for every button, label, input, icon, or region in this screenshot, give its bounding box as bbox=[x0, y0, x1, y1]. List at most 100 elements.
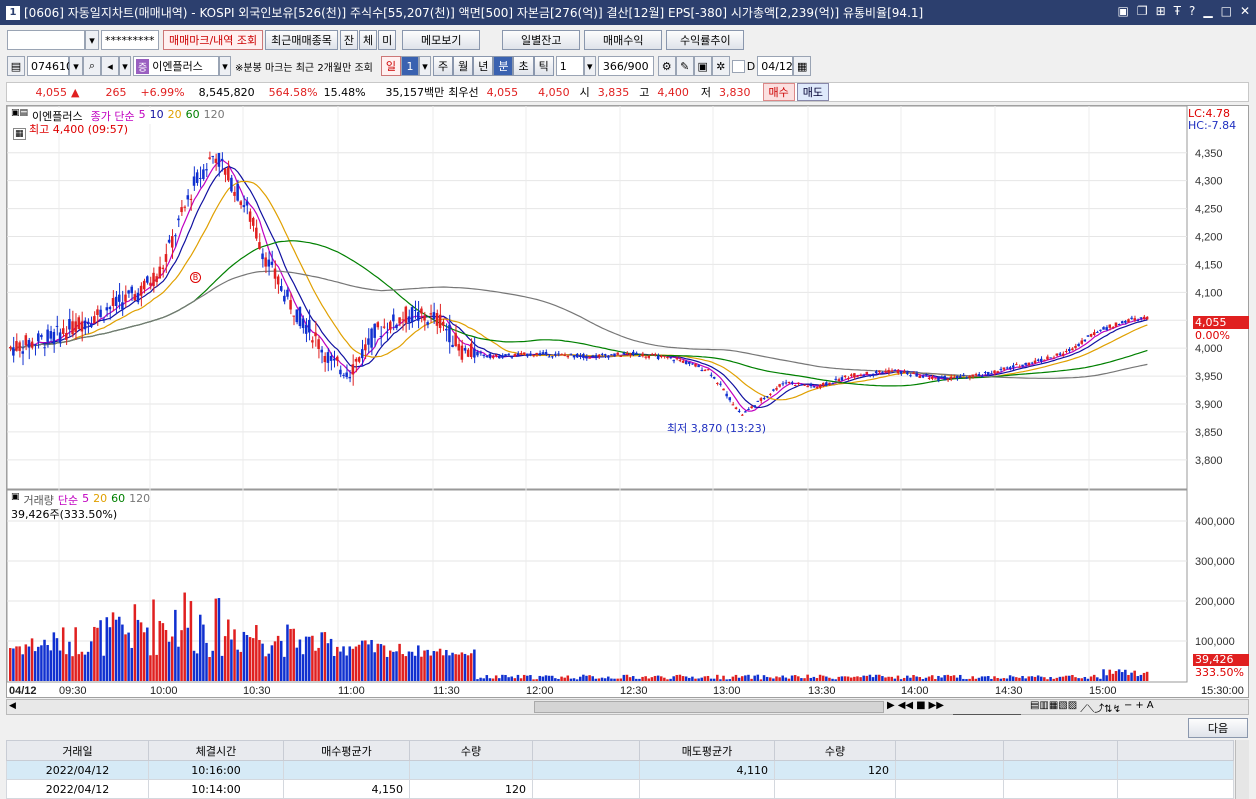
col-buy-avg[interactable]: 매수평균가 bbox=[283, 740, 410, 761]
daily-balance-button[interactable]: 일별잔고 bbox=[502, 30, 581, 50]
filled-button[interactable]: 체 bbox=[359, 30, 378, 50]
zoom-slider[interactable] bbox=[952, 700, 1021, 715]
col-buy-qty[interactable]: 수량 bbox=[409, 740, 533, 761]
candle-body bbox=[513, 354, 517, 357]
layout-tools-icon[interactable]: ▤▥▦▧▨ bbox=[1030, 700, 1077, 715]
candle-body bbox=[691, 363, 694, 365]
memo-button[interactable]: 메모보기 bbox=[402, 30, 481, 50]
forward-icon[interactable]: ▶▶ bbox=[929, 700, 944, 715]
candle-body bbox=[270, 261, 274, 265]
stop-icon[interactable]: ■ bbox=[916, 700, 925, 715]
chart-tools-icon[interactable]: ▣▤ bbox=[11, 108, 28, 124]
volume-bar bbox=[793, 675, 797, 681]
col-trade-date[interactable]: 거래일 bbox=[6, 740, 149, 761]
price-chart[interactable]: 4,3504,3004,2504,2004,1504,1004,0504,000… bbox=[7, 106, 1248, 697]
stock-code-input[interactable]: 074610 bbox=[27, 56, 73, 76]
volume-bar bbox=[202, 624, 205, 681]
current-pct-tag: 0.00% bbox=[1195, 329, 1230, 342]
period-year-button[interactable]: 년 bbox=[473, 56, 494, 76]
period-second-button[interactable]: 초 bbox=[513, 56, 534, 76]
zoom-in-icon[interactable]: + bbox=[1135, 700, 1143, 715]
table-scrollbar[interactable] bbox=[1235, 740, 1249, 799]
candle-body bbox=[1052, 357, 1055, 359]
maximize-icon[interactable]: □ bbox=[1221, 4, 1232, 18]
calendar-icon[interactable]: ▦ bbox=[793, 56, 812, 76]
volume-bar bbox=[24, 644, 28, 681]
cell-time: 10:16:00 bbox=[148, 760, 284, 780]
sell-button[interactable]: 매도 bbox=[796, 83, 830, 101]
scroll-thumb[interactable] bbox=[534, 701, 884, 713]
period-minute-button[interactable]: 분 bbox=[493, 56, 514, 76]
candle-body bbox=[902, 371, 906, 374]
date-input[interactable]: 04/12 bbox=[757, 56, 794, 76]
period-value-input[interactable]: 1 bbox=[400, 56, 419, 76]
trade-profit-button[interactable]: 매매수익 bbox=[584, 30, 663, 50]
candle-body bbox=[420, 308, 423, 314]
sound-dropdown-icon[interactable]: ▾ bbox=[119, 56, 131, 76]
recent-trade-button[interactable]: 최근매매종목 bbox=[265, 30, 338, 50]
candle-body bbox=[323, 355, 327, 363]
table-row[interactable]: 2022/04/12 10:16:00 4,110 120 bbox=[6, 760, 1234, 780]
volume-bar bbox=[130, 647, 133, 681]
volume-bar bbox=[473, 649, 476, 681]
play-icon[interactable]: ▶ bbox=[887, 700, 895, 715]
volume-bar bbox=[856, 676, 859, 681]
link-icon[interactable]: ▣ bbox=[1117, 4, 1128, 18]
unfilled-button[interactable]: 미 bbox=[378, 30, 397, 50]
code-list-icon[interactable]: ▤ bbox=[7, 56, 25, 76]
name-dropdown-icon[interactable]: ▾ bbox=[219, 56, 231, 76]
period-week-button[interactable]: 주 bbox=[432, 56, 454, 76]
search-icon[interactable]: ⌕ bbox=[83, 56, 101, 76]
zoom-out-icon[interactable]: − bbox=[1124, 700, 1132, 715]
password-input[interactable]: ********* bbox=[101, 30, 159, 50]
chart-grid-icon[interactable]: ▦ bbox=[13, 128, 26, 140]
chart-area[interactable]: 4,3504,3004,2504,2004,1504,1004,0504,000… bbox=[6, 105, 1249, 698]
code-dropdown-icon[interactable]: ▾ bbox=[69, 56, 83, 76]
period-tick-button[interactable]: 틱 bbox=[533, 56, 554, 76]
col-sell-qty[interactable]: 수량 bbox=[774, 740, 896, 761]
period-day-button[interactable]: 일 bbox=[380, 56, 401, 76]
trade-mark-button[interactable]: 매매마크/내역 조회 bbox=[163, 30, 264, 50]
count-input[interactable]: 366/900 bbox=[597, 56, 654, 76]
next-button[interactable]: 다음 bbox=[1188, 718, 1248, 738]
col-sell-avg[interactable]: 매도평균가 bbox=[639, 740, 775, 761]
tick-value-input[interactable]: 1 bbox=[555, 56, 584, 76]
candle-body bbox=[460, 345, 464, 360]
rewind-icon[interactable]: ◀◀ bbox=[898, 700, 913, 715]
font-icon[interactable]: Ŧ bbox=[1174, 4, 1181, 18]
scroll-left-icon[interactable]: ◀ bbox=[9, 701, 16, 711]
tick-dropdown-icon[interactable]: ▾ bbox=[583, 56, 596, 76]
draw-icon[interactable]: ✎ bbox=[675, 56, 694, 76]
candle-body bbox=[27, 339, 31, 348]
trend-tools-icon[interactable]: ⟋⟍⤴⇅↯ bbox=[1080, 700, 1121, 715]
indicator-icon[interactable]: ⚙ bbox=[657, 56, 676, 76]
table-row[interactable]: 2022/04/12 10:14:00 4,150 120 bbox=[6, 779, 1234, 799]
stock-name-field[interactable]: 증 이엔플러스 bbox=[133, 56, 219, 76]
chart-scroll-bar[interactable]: ◀ ▶ ◀◀ ■ ▶▶ ▤▥▦▧▨ ⟋⟍⤴⇅↯ − + A bbox=[6, 699, 1249, 715]
candle-body bbox=[139, 285, 143, 296]
col-fill-time[interactable]: 체결시간 bbox=[148, 740, 284, 761]
candle-body bbox=[731, 404, 735, 406]
candle-body bbox=[385, 332, 389, 334]
profit-trend-button[interactable]: 수익률추이 bbox=[666, 30, 745, 50]
balance-button[interactable]: 잔 bbox=[339, 30, 359, 50]
restore-icon[interactable]: ❐ bbox=[1137, 4, 1148, 18]
candle-body bbox=[871, 373, 875, 376]
account-input[interactable] bbox=[7, 30, 85, 50]
buy-button[interactable]: 매수 bbox=[762, 83, 795, 101]
candle-body bbox=[18, 342, 21, 351]
date-checkbox[interactable] bbox=[731, 59, 745, 73]
volume-bar bbox=[1077, 678, 1080, 681]
help-icon[interactable]: ? bbox=[1189, 4, 1195, 18]
volume-bar bbox=[482, 678, 485, 681]
account-dropdown-icon[interactable]: ▾ bbox=[85, 30, 99, 50]
period-dropdown-icon[interactable]: ▾ bbox=[418, 56, 431, 76]
text-tool-icon[interactable]: A bbox=[1147, 700, 1154, 715]
period-month-button[interactable]: 월 bbox=[453, 56, 474, 76]
close-icon[interactable]: ✕ bbox=[1240, 4, 1250, 18]
settings-icon[interactable]: ✲ bbox=[711, 56, 730, 76]
minimize-icon[interactable]: ▁ bbox=[1203, 4, 1212, 18]
sound-icon[interactable]: ◂ bbox=[101, 56, 119, 76]
save-icon[interactable]: ▣ bbox=[693, 56, 712, 76]
layout-icon[interactable]: ⊞ bbox=[1156, 4, 1166, 18]
